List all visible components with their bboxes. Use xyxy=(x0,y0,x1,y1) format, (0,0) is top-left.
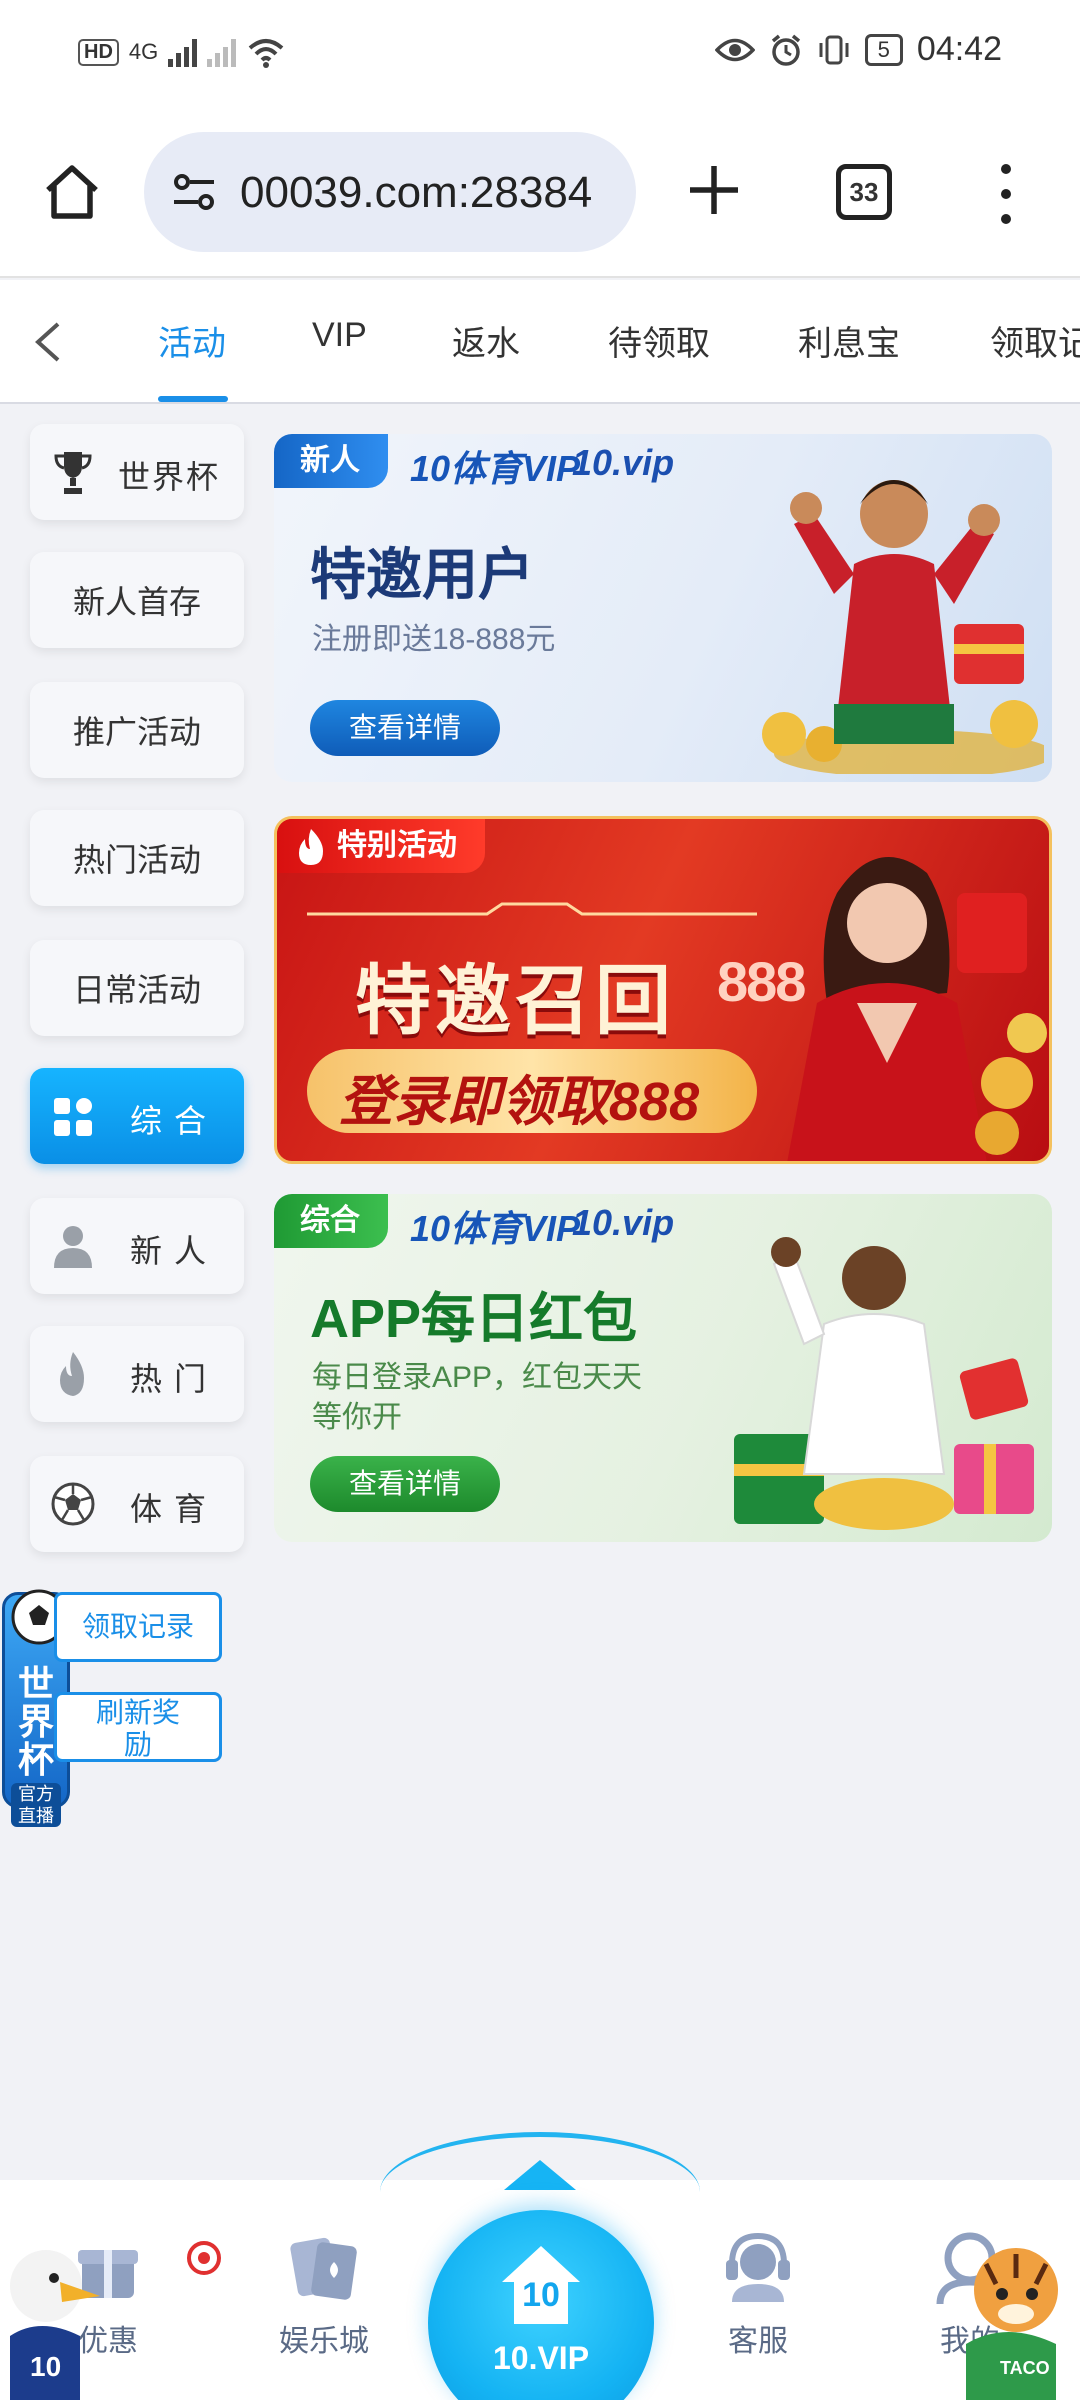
promo-banner-new-user[interactable]: 新人 10体育VIP 10.vip 特邀用户 注册即送18-888元 查看详情 xyxy=(274,434,1052,782)
headset-icon xyxy=(726,2232,790,2302)
side-item-label: 推广活动 xyxy=(72,714,201,750)
vibrate-icon xyxy=(819,35,849,64)
more-menu-icon[interactable] xyxy=(992,164,1020,224)
decorative-line xyxy=(307,902,757,916)
side-item-hot-events[interactable]: 热门活动 xyxy=(30,810,244,906)
nav-casino[interactable]: 娱乐城 xyxy=(254,2228,394,2360)
signal-icon xyxy=(168,37,198,67)
side-item-label: 日常活动 xyxy=(72,972,201,1008)
tab-activities[interactable]: 活动 xyxy=(158,316,226,365)
chevron-left-icon[interactable] xyxy=(28,320,68,364)
alarm-icon xyxy=(771,34,800,66)
fire-icon xyxy=(299,829,323,865)
banner-brand-logo-vip: 10.vip xyxy=(572,1202,675,1243)
tab-pending[interactable]: 待领取 xyxy=(608,316,710,365)
home-icon[interactable] xyxy=(40,160,104,224)
banner-brand-logo: 10体育VIP xyxy=(410,1208,581,1249)
refresh-rewards-line2: 励 xyxy=(123,1729,152,1760)
side-item-label: 新人 xyxy=(130,1233,219,1269)
banner-subtitle-line1: 每日登录APP，红包天天 xyxy=(312,1361,643,1394)
refresh-rewards-line1: 刷新奖 xyxy=(95,1697,180,1728)
person-icon xyxy=(54,1226,92,1268)
banner-details-button[interactable]: 查看详情 xyxy=(310,700,500,756)
tab-switcher-button[interactable]: 33 xyxy=(836,164,892,220)
signal-no-sim-icon xyxy=(207,37,237,67)
banner-subtitle-line2: 等你开 xyxy=(312,1401,402,1434)
activity-tabs: 活动 VIP 返水 待领取 利息宝 领取记 xyxy=(0,280,1080,404)
claim-records-button[interactable]: 领取记录 xyxy=(54,1592,222,1662)
banner-subtitle: 登录即领取888 xyxy=(339,1072,700,1132)
svg-text:10: 10 xyxy=(30,2351,61,2382)
side-item-world-cup[interactable]: 世界杯 xyxy=(30,424,244,520)
center-button-label: 10.VIP xyxy=(492,2340,590,2376)
world-cup-badge-sub: 官方直播 xyxy=(11,1783,61,1827)
tab-claim-records[interactable]: 领取记 xyxy=(990,316,1080,365)
nav-label: 娱乐城 xyxy=(279,2325,369,2358)
banner-title: 特邀召回 xyxy=(355,959,675,1044)
soccer-ball-icon xyxy=(51,1482,95,1526)
active-tab-indicator xyxy=(158,396,228,402)
eye-icon xyxy=(714,38,755,61)
banner-brand-logo-vip: 10.vip xyxy=(572,442,675,483)
side-item-label: 世界杯 xyxy=(118,459,221,495)
hd-indicator: HD xyxy=(78,38,119,66)
refresh-rewards-button[interactable]: 刷新奖 励 xyxy=(54,1692,222,1762)
side-item-label: 热门活动 xyxy=(72,842,201,878)
status-bar: HD 4G 5 04:42 xyxy=(0,0,1080,110)
side-item-daily[interactable]: 日常活动 xyxy=(30,940,244,1036)
side-item-label: 体育 xyxy=(130,1491,219,1527)
banner-title: 特邀用户 xyxy=(310,543,534,606)
banner-subtitle: 注册即送18-888元 xyxy=(312,623,556,656)
url-text[interactable]: 00039.com:28384 xyxy=(240,168,620,218)
banner-title: APP每日红包 xyxy=(310,1289,638,1349)
footballer-illustration xyxy=(762,480,1044,774)
side-item-label: 热门 xyxy=(130,1361,219,1397)
network-type: 4G xyxy=(128,39,159,64)
status-left: HD 4G xyxy=(78,36,286,68)
side-item-new-deposit[interactable]: 新人首存 xyxy=(30,552,244,648)
address-bar[interactable]: 00039.com:28384 xyxy=(144,132,636,252)
browser-toolbar: 00039.com:28384 33 xyxy=(0,110,1080,278)
banner-tag: 综合 xyxy=(274,1194,388,1248)
banner-tag: 新人 xyxy=(274,434,388,488)
battery-icon: 5 xyxy=(864,33,903,66)
center-arrow-icon xyxy=(504,2160,576,2190)
status-time: 04:42 xyxy=(916,30,1002,68)
trophy-icon xyxy=(54,452,92,494)
eagle-mascot-icon: 10 xyxy=(10,2250,100,2400)
flame-icon xyxy=(60,1352,84,1396)
side-item-newcomer[interactable]: 新人 xyxy=(30,1198,244,1294)
banner-brand-logo: 10体育VIP xyxy=(410,448,581,489)
nav-label: 客服 xyxy=(728,2325,788,2358)
site-settings-icon[interactable] xyxy=(168,166,220,218)
side-item-general[interactable]: 综合 xyxy=(30,1068,244,1164)
tab-vip[interactable]: VIP xyxy=(312,316,367,355)
new-tab-icon[interactable] xyxy=(684,160,744,220)
playing-cards-icon xyxy=(290,2237,357,2300)
tiger-mascot-icon: TACO xyxy=(966,2248,1058,2400)
tab-rebate[interactable]: 返水 xyxy=(452,316,520,365)
side-item-sports[interactable]: 体育 xyxy=(30,1456,244,1552)
wifi-icon xyxy=(248,39,284,68)
side-item-promotion[interactable]: 推广活动 xyxy=(30,682,244,778)
nav-support[interactable]: 客服 xyxy=(688,2228,828,2360)
footballer-illustration xyxy=(734,1237,1034,1530)
side-item-label: 新人首存 xyxy=(72,584,201,620)
banner-details-button[interactable]: 查看详情 xyxy=(310,1456,500,1512)
center-button-number: 10 xyxy=(522,2276,560,2314)
grid-icon xyxy=(54,1098,92,1136)
hostess-illustration xyxy=(787,857,1047,1161)
side-item-hot[interactable]: 热门 xyxy=(30,1326,244,1422)
status-right: 5 04:42 xyxy=(714,30,1002,69)
tab-interest[interactable]: 利息宝 xyxy=(798,316,900,365)
promo-banner-app-red-packet[interactable]: 综合 10体育VIP 10.vip APP每日红包 每日登录APP，红包天天 等… xyxy=(274,1194,1052,1542)
side-item-label: 综合 xyxy=(130,1103,219,1139)
target-icon xyxy=(187,2241,221,2275)
svg-text:TACO: TACO xyxy=(1000,2358,1050,2378)
promo-banner-special[interactable]: 特别活动 特邀召回 登录即领取888 888 xyxy=(274,816,1052,1164)
